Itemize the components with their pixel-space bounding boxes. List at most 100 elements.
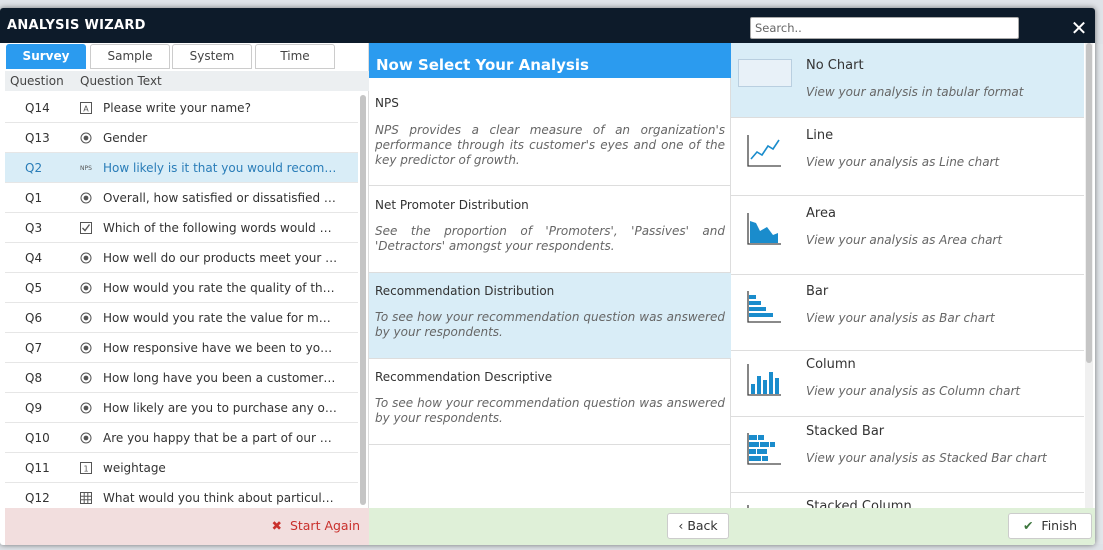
middle-footer: ‹ Back (369, 508, 731, 545)
stacked-column-chart-icon (745, 501, 783, 508)
line-chart-icon (745, 131, 783, 169)
analysis-option-name: Recommendation Descriptive (375, 370, 553, 384)
back-button[interactable]: ‹ Back (667, 513, 729, 539)
chart-type-name: Stacked Bar (806, 424, 885, 439)
question-list-scrollbar[interactable] (360, 95, 366, 505)
chart-type-name: Bar (806, 284, 829, 299)
question-row[interactable]: Q1 Overall, how satisfied or dissatisfied… (5, 183, 358, 213)
left-footer: ✖ Start Again (5, 508, 369, 545)
question-id: Q10 (25, 431, 50, 445)
column-header-question-text: Question Text (80, 74, 162, 88)
chart-type-description: View your analysis as Line chart (806, 155, 1000, 169)
radio-icon (80, 252, 92, 264)
scrollbar-thumb[interactable] (360, 95, 366, 505)
question-row[interactable]: Q3 Which of the following words would yo.… (5, 213, 358, 243)
chart-type-description: View your analysis in tabular format (806, 85, 1024, 99)
close-icon[interactable]: ✕ (1069, 18, 1089, 38)
question-text: How long have you been a customer of... (103, 371, 338, 385)
question-text: Overall, how satisfied or dissatisfied a… (103, 191, 338, 205)
question-text: weightage (103, 461, 166, 475)
scrollbar-thumb[interactable] (1086, 43, 1092, 363)
radio-icon (80, 432, 92, 444)
question-text: How would you rate the quality of the ..… (103, 281, 338, 295)
question-row[interactable]: Q8 How long have you been a customer of..… (5, 363, 358, 393)
column-header-question: Question (10, 74, 64, 88)
analysis-panel: Now Select Your Analysis NPS NPS provides… (369, 43, 731, 545)
question-id: Q3 (25, 221, 43, 235)
finish-label: Finish (1041, 518, 1078, 533)
checkbox-icon (80, 222, 92, 234)
analysis-wizard-dialog: ANALYSIS WIZARD ✕ Survey Sample System T… (0, 8, 1095, 545)
question-list: Q14 A Please write your name? Q13 Gender Q2 NP… (5, 93, 358, 508)
question-id: Q5 (25, 281, 43, 295)
tab-system[interactable]: System (172, 44, 252, 69)
question-row[interactable]: Q13 Gender (5, 123, 358, 153)
chart-type-option[interactable]: Area View your analysis as Area chart (731, 196, 1084, 275)
chart-type-option[interactable]: Column View your analysis as Column chart (731, 351, 1084, 417)
analysis-option-description: See the proportion of 'Promoters', 'Pass… (375, 224, 725, 253)
analysis-option[interactable]: Recommendation Distribution To see how yo… (369, 273, 731, 359)
question-row[interactable]: Q12 What would you think about particular… (5, 483, 358, 508)
chart-type-option[interactable]: Stacked Column (731, 493, 1084, 508)
chart-type-option[interactable]: Line View your analysis as Line chart (731, 118, 1084, 196)
area-chart-icon (745, 209, 783, 247)
question-row[interactable]: Q9 How likely are you to purchase any of … (5, 393, 358, 423)
table-icon (738, 59, 792, 87)
check-icon: ✔ (1022, 518, 1034, 533)
question-row[interactable]: Q10 Are you happy that be a part of our c… (5, 423, 358, 453)
question-text: Please write your name? (103, 101, 251, 115)
question-panel: Survey Sample System Time Question Quest… (5, 43, 369, 545)
question-id: Q1 (25, 191, 43, 205)
chart-type-description: View your analysis as Column chart (806, 384, 1021, 398)
question-id: Q13 (25, 131, 50, 145)
radio-icon (80, 192, 92, 204)
question-id: Q12 (25, 491, 50, 505)
radio-icon (80, 342, 92, 354)
question-row[interactable]: Q4 How well do our products meet your ne.… (5, 243, 358, 273)
question-id: Q11 (25, 461, 50, 475)
radio-icon (80, 132, 92, 144)
chart-type-name: Line (806, 128, 834, 143)
chart-list-scrollbar[interactable] (1085, 43, 1093, 508)
question-table-header: Question Question Text (5, 71, 369, 91)
chart-type-panel: No Chart View your analysis in tabular fo… (731, 43, 1095, 545)
analysis-option[interactable]: Net Promoter Distribution See the proport… (369, 186, 731, 273)
search-input[interactable] (750, 17, 1019, 39)
analysis-option-name: Net Promoter Distribution (375, 198, 529, 212)
question-text: How likely are you to purchase any of o.… (103, 401, 338, 415)
start-again-button[interactable]: ✖ Start Again (271, 518, 360, 533)
analysis-option-description: To see how your recommendation question … (375, 396, 725, 425)
chart-type-description: View your analysis as Bar chart (806, 311, 995, 325)
question-text: What would you think about particular... (103, 491, 338, 505)
analysis-option-name: NPS (375, 96, 399, 110)
question-row[interactable]: Q5 How would you rate the quality of the … (5, 273, 358, 303)
finish-button[interactable]: ✔ Finish (1008, 513, 1092, 539)
close-icon: ✖ (271, 518, 282, 533)
nps-icon: NPS (80, 165, 92, 172)
chart-type-option[interactable]: Bar View your analysis as Bar chart (731, 275, 1084, 351)
analysis-heading: Now Select Your Analysis (369, 43, 731, 78)
analysis-option[interactable]: NPS NPS provides a clear measure of an or… (369, 86, 731, 186)
question-id: Q14 (25, 101, 50, 115)
column-chart-icon (745, 360, 783, 398)
chart-type-name: No Chart (806, 58, 864, 73)
question-text: How well do our products meet your ne... (103, 251, 338, 265)
analysis-option[interactable]: Recommendation Descriptive To see how you… (369, 359, 731, 445)
tab-survey[interactable]: Survey (6, 44, 86, 69)
svg-text:1: 1 (83, 465, 88, 474)
svg-text:A: A (83, 105, 89, 114)
radio-icon (80, 402, 92, 414)
tab-sample[interactable]: Sample (90, 44, 170, 69)
question-row[interactable]: Q14 A Please write your name? (5, 93, 358, 123)
chart-type-list: No Chart View your analysis in tabular fo… (731, 43, 1084, 508)
chart-type-option[interactable]: Stacked Bar View your analysis as Stacked… (731, 417, 1084, 493)
question-row[interactable]: Q7 How responsive have we been to your ..… (5, 333, 358, 363)
question-row[interactable]: Q11 1 weightage (5, 453, 358, 483)
tab-bar: Survey Sample System Time (5, 43, 369, 71)
tab-time[interactable]: Time (255, 44, 335, 69)
question-row[interactable]: Q2 NPS How likely is it that you would rec… (5, 153, 358, 183)
number-icon: 1 (80, 462, 92, 474)
chart-type-option[interactable]: No Chart View your analysis in tabular fo… (731, 43, 1084, 118)
question-text: Which of the following words would yo... (103, 221, 338, 235)
question-row[interactable]: Q6 How would you rate the value for mone.… (5, 303, 358, 333)
